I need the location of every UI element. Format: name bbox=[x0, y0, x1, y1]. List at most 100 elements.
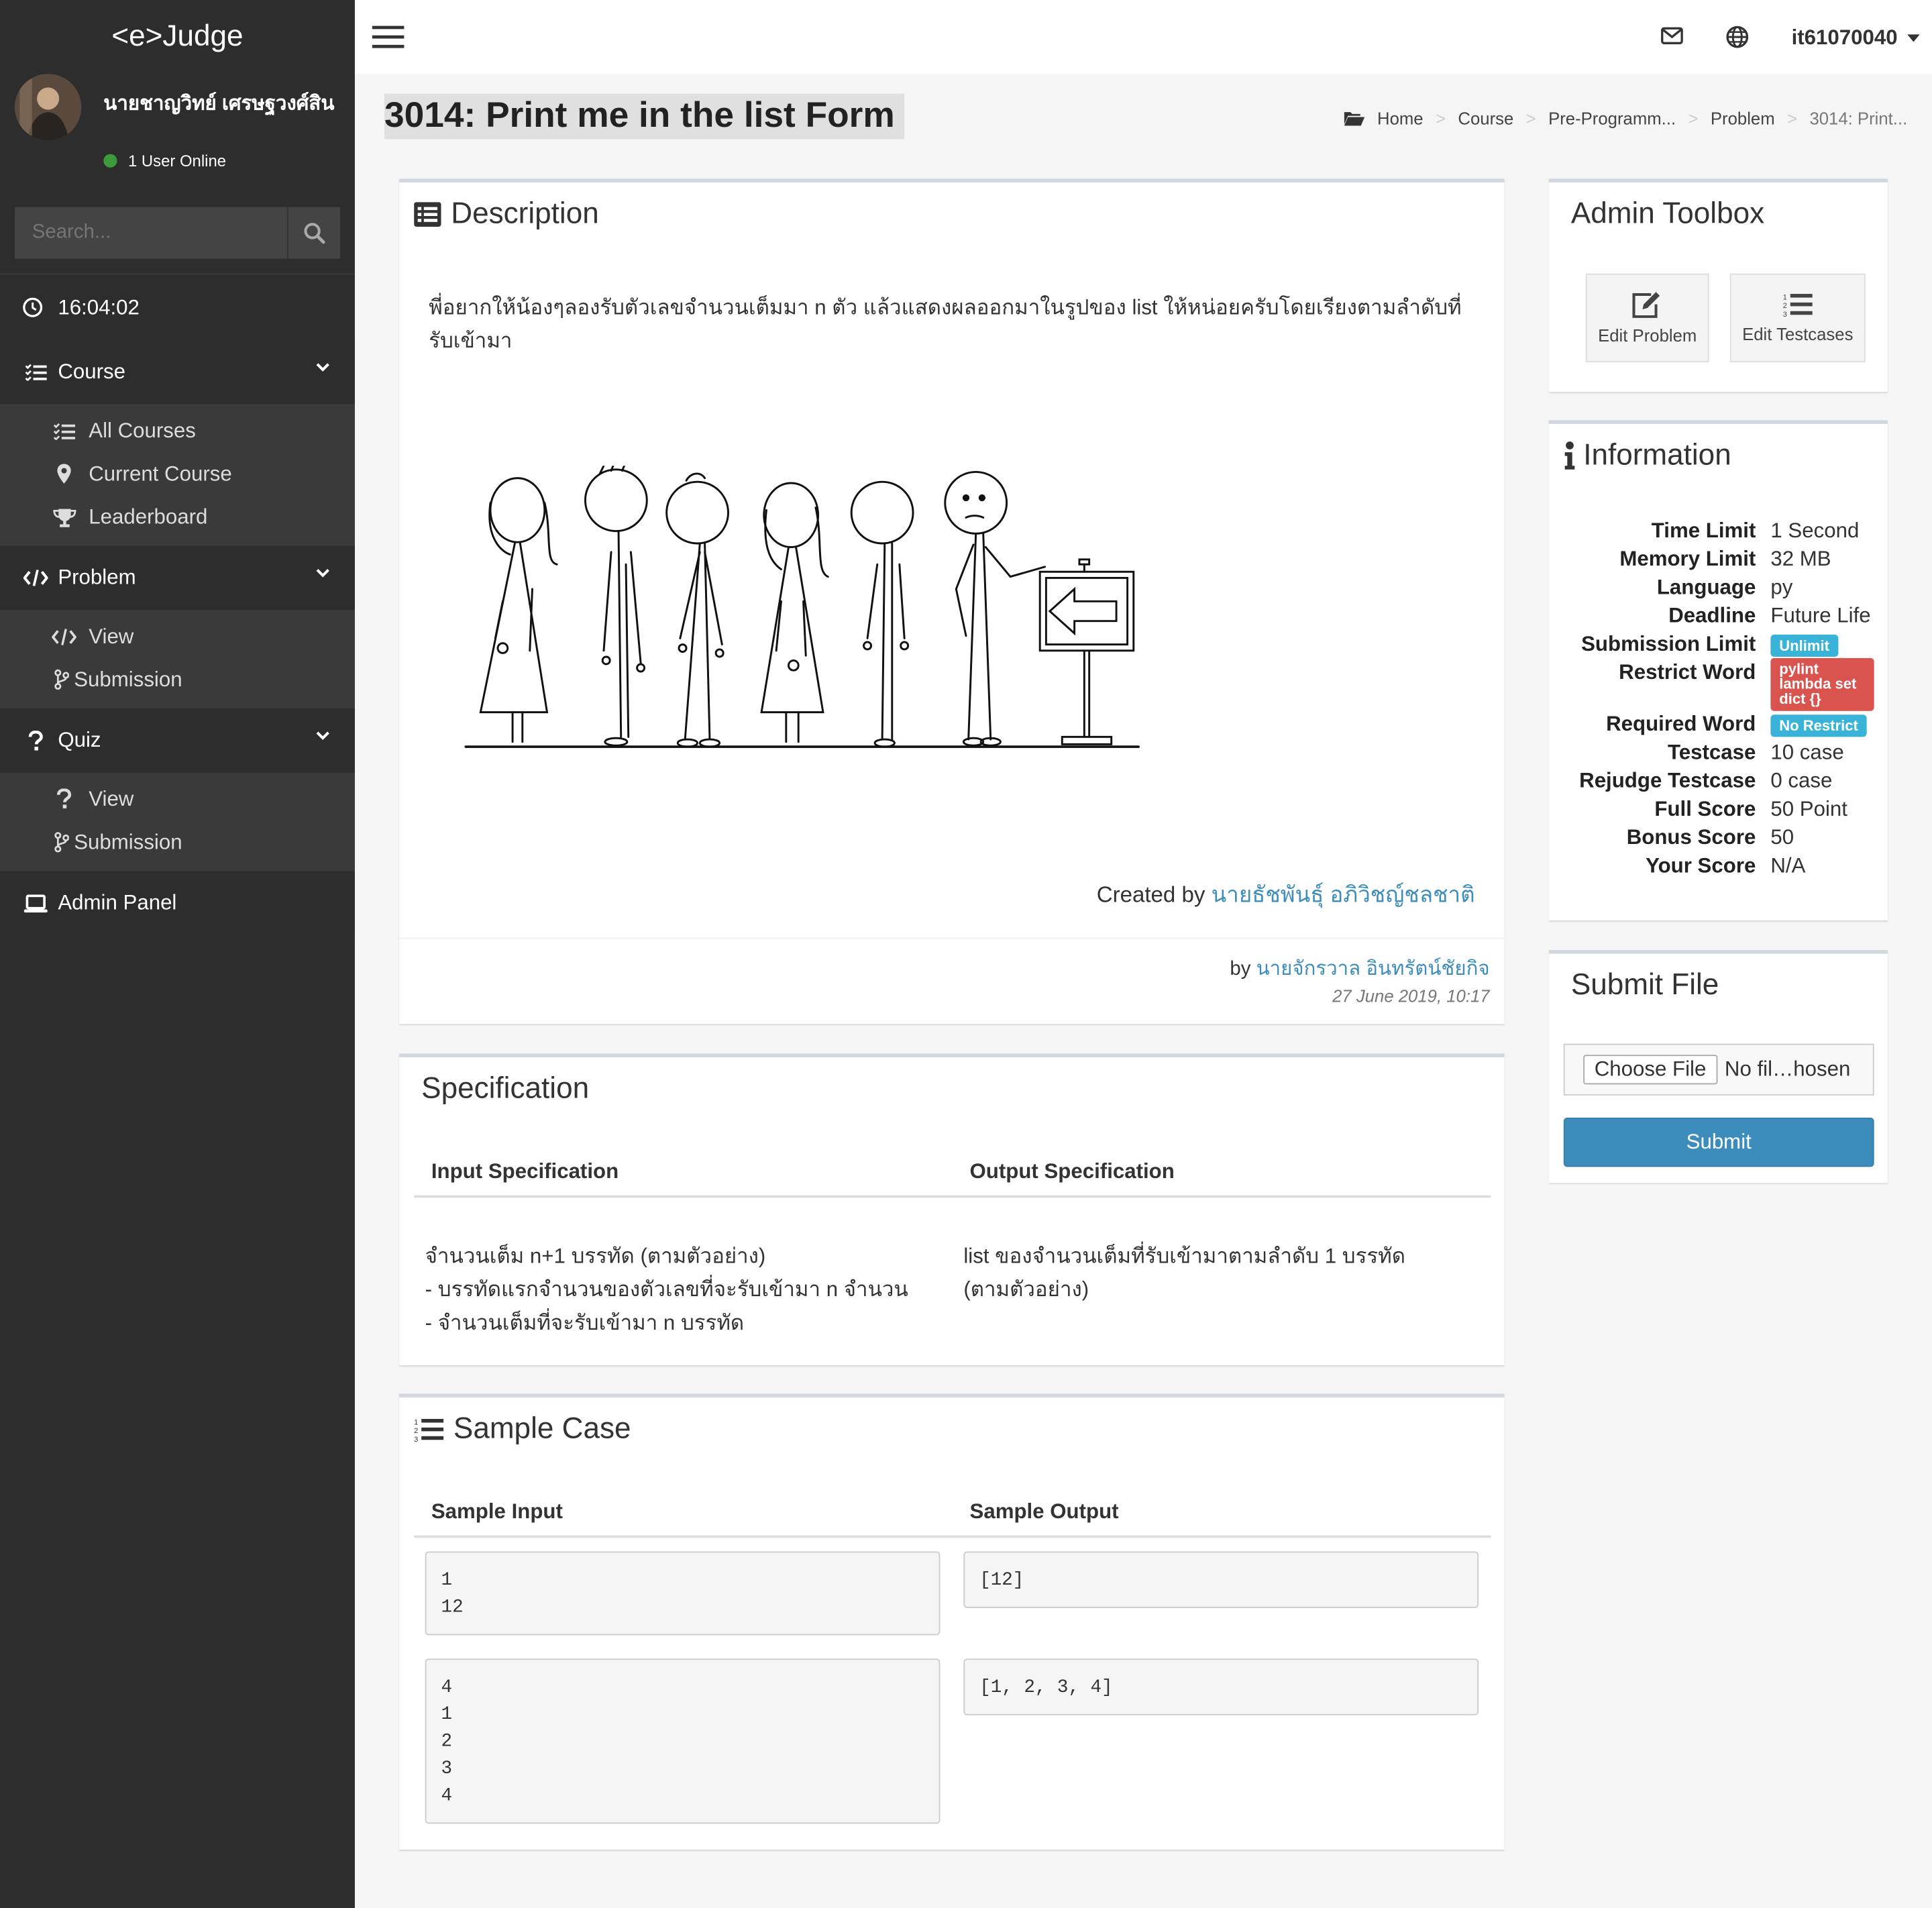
sidebar-item-quiz-view[interactable]: View bbox=[0, 778, 355, 820]
breadcrumb-home[interactable]: Home bbox=[1377, 109, 1424, 128]
info-full-score: Full Score 50 Point bbox=[1549, 795, 1889, 823]
sidebar-item-label: All Courses bbox=[89, 418, 196, 442]
sample-table-header: Sample Input Sample Output bbox=[414, 1493, 1491, 1538]
edit-testcases-label: Edit Testcases bbox=[1742, 324, 1854, 344]
info-label: Memory Limit bbox=[1619, 547, 1756, 571]
breadcrumb: Home > Course > Pre-Programm... > Proble… bbox=[1343, 108, 1907, 129]
breadcrumb-course[interactable]: Course bbox=[1458, 109, 1513, 128]
info-value: 10 case bbox=[1770, 740, 1844, 764]
sidebar-item-label: View bbox=[89, 624, 134, 648]
breadcrumb-separator: > bbox=[1525, 108, 1536, 129]
queue-illustration bbox=[458, 466, 1148, 761]
search-button[interactable] bbox=[286, 207, 340, 259]
problem-date: 27 June 2019, 10:17 bbox=[1332, 986, 1490, 1006]
info-icon bbox=[1564, 441, 1576, 471]
trophy-icon bbox=[52, 507, 76, 527]
search-icon bbox=[304, 223, 325, 244]
restrict-word-badge: pylint lambda set dict {} bbox=[1770, 657, 1874, 711]
info-value: py bbox=[1770, 575, 1793, 599]
sidebar-item-quiz-submission[interactable]: Submission bbox=[0, 820, 355, 863]
info-label: Time Limit bbox=[1651, 519, 1756, 543]
author-link[interactable]: นายจักรวาล อินทรัตน์ชัยกิจ bbox=[1256, 959, 1490, 979]
list-check-icon bbox=[52, 422, 76, 439]
created-by-prefix: Created by bbox=[1096, 882, 1205, 907]
svg-text:2: 2 bbox=[1783, 302, 1787, 310]
info-your-score: Your Score N/A bbox=[1549, 851, 1889, 880]
submit-file-title: Submit File bbox=[1570, 968, 1719, 1002]
creator-link[interactable]: นายธัชพันธุ์ อภิวิชญ์ชลชาติ bbox=[1212, 882, 1475, 907]
info-value: 0 case bbox=[1770, 769, 1833, 793]
code-branch-icon bbox=[52, 669, 71, 690]
laptop-icon bbox=[22, 894, 49, 913]
menu-quiz[interactable]: Quiz bbox=[0, 708, 355, 773]
quiz-submenu: View Submission bbox=[0, 772, 355, 871]
submit-button[interactable]: Submit bbox=[1563, 1117, 1874, 1167]
code-icon bbox=[22, 570, 49, 587]
admin-toolbox: Admin Toolbox Edit Problem 123 Edit Test… bbox=[1548, 178, 1888, 392]
top-navbar: it61070040 bbox=[354, 0, 1932, 74]
sample-input-2: 4 1 2 3 4 bbox=[425, 1658, 941, 1824]
menu-toggle-icon[interactable] bbox=[372, 25, 405, 50]
folder-open-icon bbox=[1343, 109, 1365, 127]
info-required-word: Required Word No Restrict bbox=[1549, 710, 1889, 738]
info-value: 50 bbox=[1770, 825, 1794, 849]
info-bonus-score: Bonus Score 50 bbox=[1549, 823, 1889, 851]
info-value: 50 Point bbox=[1770, 797, 1847, 821]
submit-file-box: Submit File Choose File No fil…hosen Sub… bbox=[1548, 950, 1888, 1183]
user-panel: นายชาญวิทย์ เศรษฐวงศ์สิน 1 User Online bbox=[0, 74, 355, 197]
problem-statement: พี่อยากให้น้องๆลองรับตัวเลขจำนวนเต็มมา n… bbox=[429, 295, 1462, 353]
info-language: Language py bbox=[1549, 573, 1889, 601]
breadcrumb-course-name[interactable]: Pre-Programm... bbox=[1548, 109, 1676, 128]
edit-problem-label: Edit Problem bbox=[1598, 325, 1697, 346]
info-rejudge-testcase: Rejudge Testcase 0 case bbox=[1549, 766, 1889, 794]
info-time-limit: Time Limit 1 Second bbox=[1549, 517, 1889, 545]
globe-icon[interactable] bbox=[1726, 25, 1749, 48]
file-input[interactable]: Choose File No fil…hosen bbox=[1563, 1043, 1874, 1096]
chevron-down-icon bbox=[315, 731, 330, 741]
menu-admin-panel[interactable]: Admin Panel bbox=[0, 871, 355, 936]
menu-course[interactable]: Course bbox=[0, 339, 355, 405]
input-spec-header: Input Specification bbox=[431, 1159, 619, 1183]
edit-problem-button[interactable]: Edit Problem bbox=[1585, 273, 1709, 362]
code-icon bbox=[52, 628, 76, 645]
list-alt-icon bbox=[414, 202, 441, 227]
sample-case-header: 123 Sample Case bbox=[414, 1412, 631, 1446]
problem-submenu: View Submission bbox=[0, 610, 355, 709]
description-footer-divider bbox=[399, 937, 1505, 939]
breadcrumb-separator: > bbox=[1787, 108, 1798, 129]
caret-down-icon bbox=[1907, 34, 1920, 42]
info-value: 32 MB bbox=[1770, 547, 1831, 571]
menu-quiz-label: Quiz bbox=[58, 728, 101, 752]
sample-output-2: [1, 2, 3, 4] bbox=[963, 1658, 1479, 1715]
breadcrumb-problem[interactable]: Problem bbox=[1711, 109, 1775, 128]
info-deadline: Deadline Future Life bbox=[1549, 601, 1889, 629]
info-label: Rejudge Testcase bbox=[1579, 769, 1756, 793]
sidebar-item-leaderboard[interactable]: Leaderboard bbox=[0, 495, 355, 538]
username: it61070040 bbox=[1791, 25, 1898, 50]
menu-problem[interactable]: Problem bbox=[0, 545, 355, 611]
breadcrumb-separator: > bbox=[1435, 108, 1446, 129]
brand-logo[interactable]: <e>Judge bbox=[0, 0, 355, 74]
author-prefix: by bbox=[1230, 958, 1251, 980]
tasks-icon bbox=[22, 364, 49, 381]
user-dropdown[interactable]: it61070040 bbox=[1792, 26, 1920, 51]
edit-testcases-button[interactable]: 123 Edit Testcases bbox=[1729, 273, 1866, 362]
sidebar-item-problem-view[interactable]: View bbox=[0, 615, 355, 658]
envelope-icon[interactable] bbox=[1661, 27, 1683, 44]
sidebar-item-current-course[interactable]: Current Course bbox=[0, 452, 355, 495]
question-icon bbox=[22, 730, 49, 751]
list-ol-icon: 123 bbox=[414, 1417, 444, 1442]
sidebar-item-all-courses[interactable]: All Courses bbox=[0, 409, 355, 452]
sidebar-item-problem-submission[interactable]: Submission bbox=[0, 658, 355, 701]
admin-toolbox-title: Admin Toolbox bbox=[1570, 197, 1765, 231]
search-input[interactable] bbox=[15, 207, 287, 259]
input-spec-text: จำนวนเต็ม n+1 บรรทัด (ตามตัวอย่าง) - บรร… bbox=[425, 1244, 908, 1335]
sidebar-item-label: Submission bbox=[74, 830, 182, 853]
required-word-badge: No Restrict bbox=[1770, 714, 1867, 737]
svg-text:2: 2 bbox=[414, 1427, 418, 1435]
choose-file-button[interactable]: Choose File bbox=[1583, 1055, 1717, 1085]
info-restrict-word: Restrict Word pylint lambda set dict {} bbox=[1549, 657, 1889, 711]
online-dot-icon bbox=[103, 154, 117, 168]
information-header: Information bbox=[1564, 439, 1731, 473]
info-label: Deadline bbox=[1668, 603, 1756, 627]
